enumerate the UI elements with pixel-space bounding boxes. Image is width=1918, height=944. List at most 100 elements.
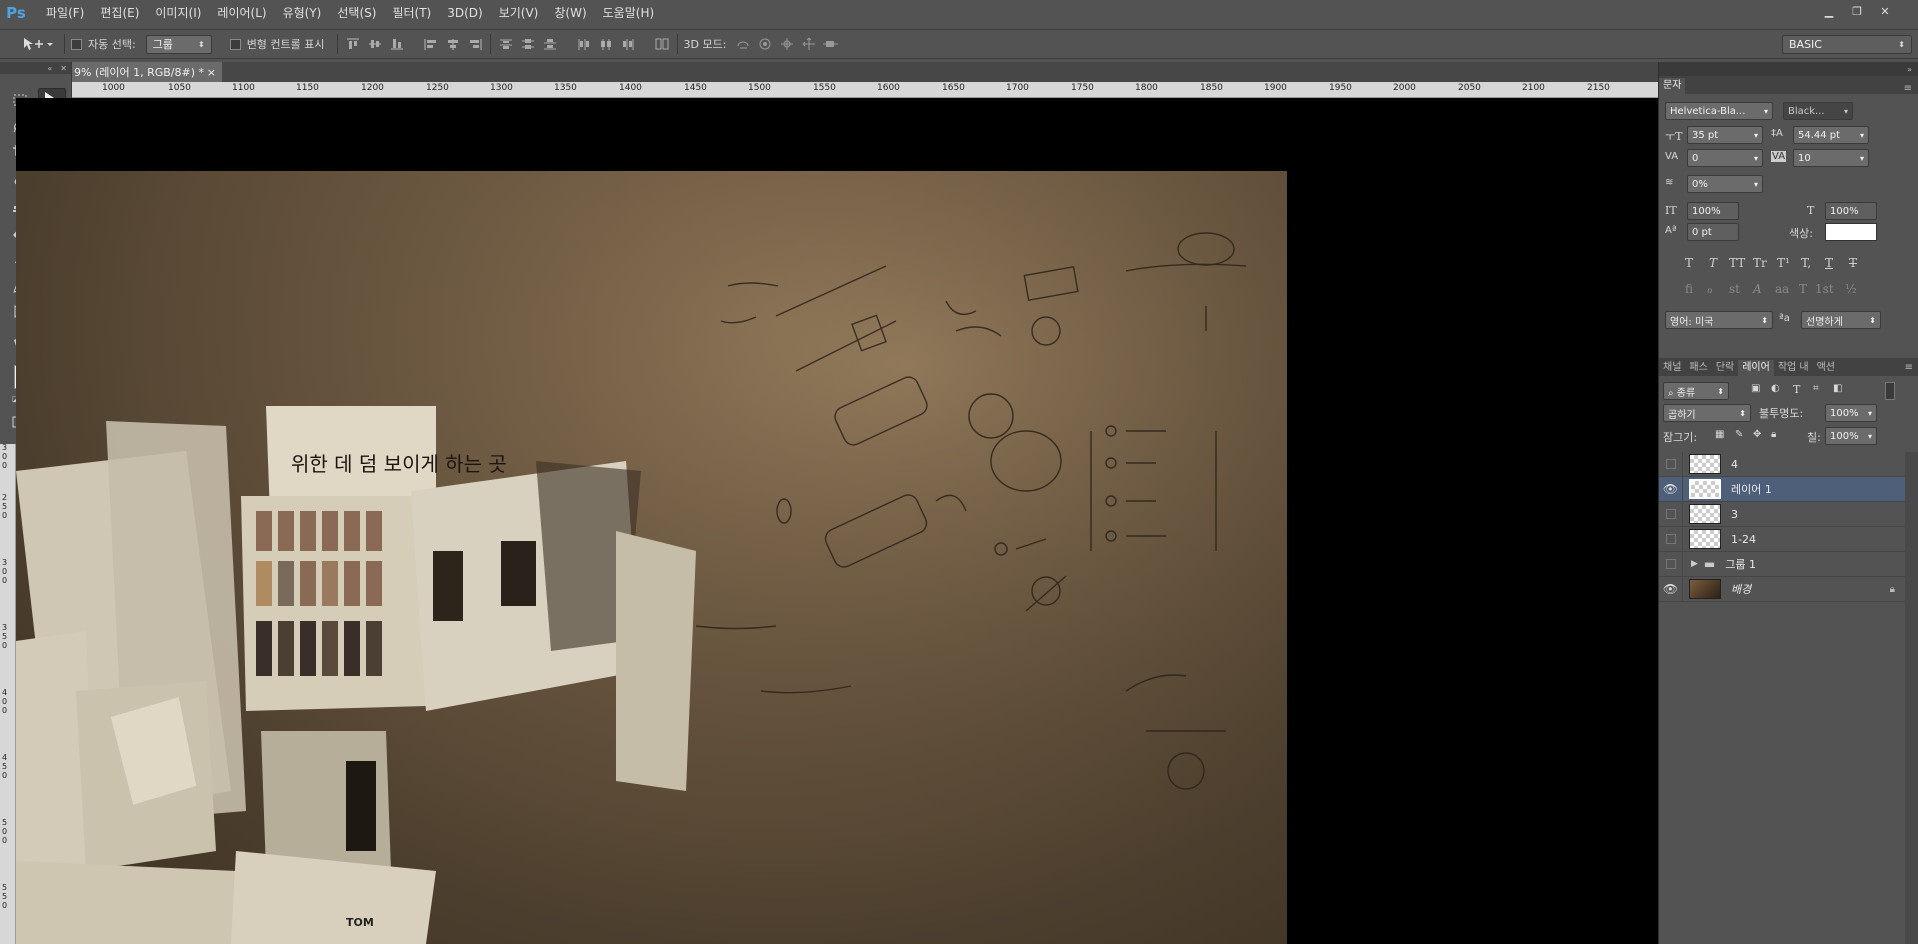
distribute-hcenter-icon[interactable]: [597, 35, 615, 53]
vertical-scale-field[interactable]: 100%: [1687, 202, 1739, 220]
tab-paragraph[interactable]: 단락: [1712, 360, 1738, 376]
visibility-toggle[interactable]: [1659, 552, 1683, 576]
menu-select[interactable]: 선택(S): [329, 0, 384, 26]
menu-layer[interactable]: 레이어(L): [209, 0, 274, 26]
menu-type[interactable]: 유형(Y): [275, 0, 330, 26]
menu-3d[interactable]: 3D(D): [439, 0, 490, 26]
3d-slide-icon[interactable]: [800, 35, 818, 53]
3d-scale-icon[interactable]: [822, 35, 840, 53]
auto-align-icon[interactable]: [653, 35, 671, 53]
layer-row-selected[interactable]: 👁︎ 레이어 1: [1659, 477, 1905, 502]
menu-image[interactable]: 이미지(I): [147, 0, 209, 26]
document-tab[interactable]: 9% (레이어 1, RGB/8#) * ×: [72, 62, 222, 82]
layer-row[interactable]: 4: [1659, 452, 1905, 477]
faux-bold-button[interactable]: T: [1685, 256, 1693, 270]
3d-pan-icon[interactable]: [778, 35, 796, 53]
align-top-icon[interactable]: [344, 35, 362, 53]
fractions-button[interactable]: ½: [1845, 282, 1857, 296]
layer-row-group[interactable]: ▶ ▬ 그룹 1: [1659, 552, 1905, 577]
small-caps-button[interactable]: Tr: [1753, 256, 1767, 270]
collapse-icon[interactable]: »: [1907, 65, 1912, 74]
lock-transparent-icon[interactable]: ▦: [1715, 429, 1724, 440]
text-color-swatch[interactable]: [1825, 223, 1877, 241]
menu-file[interactable]: 파일(F): [38, 0, 92, 26]
tsume-field[interactable]: 0% ▾: [1687, 175, 1763, 193]
filter-smart-object-icon[interactable]: ◧: [1833, 383, 1842, 394]
align-bottom-icon[interactable]: [388, 35, 406, 53]
font-size-field[interactable]: 35 pt ▾: [1687, 126, 1763, 144]
panel-menu-icon[interactable]: ≡: [1905, 360, 1913, 376]
filter-pixel-icon[interactable]: ▣: [1751, 383, 1760, 394]
tab-actions[interactable]: 액션: [1813, 360, 1839, 376]
distribute-right-icon[interactable]: [619, 35, 637, 53]
stylistic-alternates-button[interactable]: A: [1753, 282, 1762, 296]
filter-shape-icon[interactable]: ⌗: [1813, 383, 1819, 394]
language-dropdown[interactable]: 영어: 미국 ⬍: [1665, 311, 1773, 329]
swash-button[interactable]: st: [1729, 282, 1740, 296]
auto-select-checkbox[interactable]: [71, 38, 82, 50]
layers-scrollbar[interactable]: [1905, 452, 1918, 944]
menu-view[interactable]: 보기(V): [491, 0, 547, 26]
align-left-icon[interactable]: [422, 35, 440, 53]
restore-icon[interactable]: ❐: [1846, 3, 1868, 19]
ordinals-button[interactable]: 1st: [1815, 282, 1834, 296]
tracking-field[interactable]: 10 ▾: [1793, 149, 1869, 167]
layer-row-background[interactable]: 👁︎ 배경 🔒︎: [1659, 577, 1905, 602]
blend-mode-dropdown[interactable]: 곱하기 ⬍: [1663, 404, 1751, 422]
font-family-dropdown[interactable]: Helvetica-Bla... ▾: [1665, 102, 1773, 120]
filter-type-icon[interactable]: T: [1793, 383, 1800, 396]
filter-toggle[interactable]: [1885, 382, 1895, 400]
kerning-field[interactable]: 0 ▾: [1687, 149, 1763, 167]
transform-controls-checkbox[interactable]: [229, 38, 241, 50]
visibility-toggle[interactable]: [1659, 452, 1683, 476]
align-vcenter-icon[interactable]: [366, 35, 384, 53]
ornaments-button[interactable]: T: [1799, 282, 1807, 296]
font-style-dropdown[interactable]: Black... ▾: [1783, 102, 1853, 120]
menu-filter[interactable]: 필터(T): [384, 0, 439, 26]
3d-rotate-icon[interactable]: [734, 35, 752, 53]
visibility-toggle[interactable]: 👁︎: [1659, 477, 1683, 501]
old-style-button[interactable]: ℴ: [1707, 282, 1713, 296]
expand-arrow-icon[interactable]: ▶: [1691, 559, 1698, 569]
move-tool-preset-icon[interactable]: [18, 35, 58, 53]
underline-button[interactable]: T: [1825, 256, 1833, 270]
panel-menu-icon[interactable]: ≡: [1904, 83, 1912, 94]
strikethrough-button[interactable]: T: [1849, 256, 1857, 270]
subscript-button[interactable]: T,: [1801, 256, 1811, 270]
superscript-button[interactable]: T¹: [1777, 256, 1790, 270]
lock-all-icon[interactable]: 🔒︎: [1771, 429, 1776, 440]
menu-edit[interactable]: 편집(E): [92, 0, 147, 26]
faux-italic-button[interactable]: T: [1709, 256, 1717, 270]
ligatures-button[interactable]: fi: [1685, 282, 1693, 296]
align-right-icon[interactable]: [466, 35, 484, 53]
distribute-bottom-icon[interactable]: [541, 35, 559, 53]
distribute-left-icon[interactable]: [575, 35, 593, 53]
menu-help[interactable]: 도움말(H): [595, 0, 663, 26]
workspace-dropdown[interactable]: BASIC ⬍: [1782, 34, 1912, 54]
align-hcenter-icon[interactable]: [444, 35, 462, 53]
auto-select-dropdown[interactable]: 그룹 ⬍: [145, 34, 212, 54]
opacity-field[interactable]: 100% ▾: [1825, 404, 1877, 422]
close-document-icon[interactable]: ×: [207, 66, 216, 79]
all-caps-button[interactable]: TT: [1729, 256, 1745, 270]
lock-position-icon[interactable]: ✥: [1753, 429, 1761, 440]
baseline-shift-field[interactable]: 0 pt: [1687, 223, 1739, 241]
horizontal-scale-field[interactable]: 100%: [1825, 202, 1877, 220]
leading-field[interactable]: 54.44 pt ▾: [1793, 126, 1869, 144]
minimize-icon[interactable]: ▁: [1818, 3, 1840, 19]
layer-row[interactable]: 3: [1659, 502, 1905, 527]
filter-adjustment-icon[interactable]: ◐: [1771, 383, 1780, 394]
titling-alternates-button[interactable]: aa: [1775, 282, 1789, 296]
tab-paths[interactable]: 패스: [1685, 360, 1711, 376]
collapse-icon[interactable]: «: [47, 64, 52, 73]
fill-field[interactable]: 100% ▾: [1825, 427, 1877, 445]
layer-filter-dropdown[interactable]: ⌕ 종류 ⬍: [1663, 382, 1729, 400]
tab-layers[interactable]: 레이어: [1738, 360, 1774, 376]
3d-roll-icon[interactable]: [756, 35, 774, 53]
lock-image-icon[interactable]: ✎: [1735, 429, 1743, 440]
visibility-toggle[interactable]: [1659, 502, 1683, 526]
visibility-toggle[interactable]: [1659, 527, 1683, 551]
antialias-dropdown[interactable]: 선명하게 ⬍: [1801, 311, 1881, 329]
distribute-top-icon[interactable]: [497, 35, 515, 53]
layer-row[interactable]: 1-24: [1659, 527, 1905, 552]
